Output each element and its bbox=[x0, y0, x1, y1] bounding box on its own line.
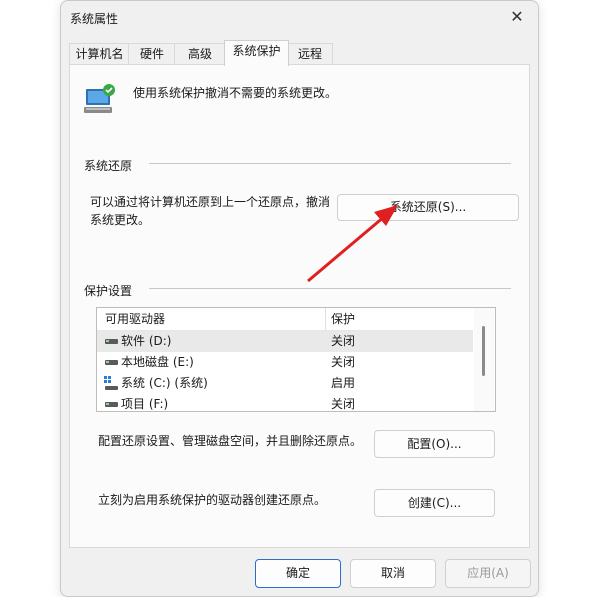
tab-system-protection[interactable]: 系统保护 bbox=[224, 40, 289, 66]
annotation-arrow-icon bbox=[307, 205, 398, 283]
